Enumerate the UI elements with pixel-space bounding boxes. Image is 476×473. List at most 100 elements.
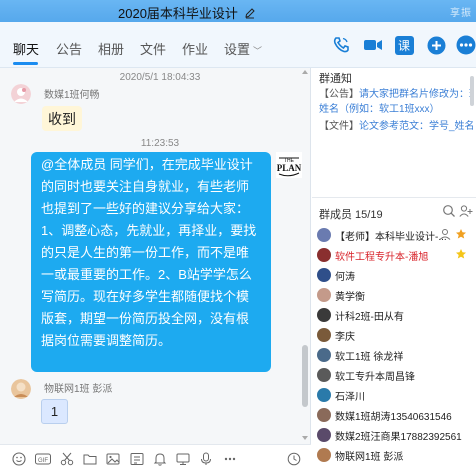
member-row[interactable]: 软工1班 徐龙祥 xyxy=(317,346,467,364)
right-scroll-thumb[interactable] xyxy=(470,76,474,106)
member-row[interactable]: 软件工程专升本-潘旭 xyxy=(317,246,467,264)
member-avatar xyxy=(317,288,331,302)
chat-scroll-thumb[interactable] xyxy=(302,345,308,407)
tab-announcements[interactable]: 公告 xyxy=(56,39,82,58)
microphone-icon[interactable] xyxy=(199,452,213,466)
member-name: 数媒1班胡涛13540631546 xyxy=(335,411,452,423)
member-name: 【老师】本科毕业设计-... xyxy=(335,231,447,243)
tab-files[interactable]: 文件 xyxy=(140,39,166,58)
member-name: 数媒2班汪商果17882392561 xyxy=(335,431,462,443)
member-row[interactable]: 计科2班-田从有 xyxy=(317,306,467,324)
screen-share-icon[interactable] xyxy=(176,452,190,466)
scroll-down-icon[interactable] xyxy=(300,434,310,442)
member-row[interactable]: 黄学衡 xyxy=(317,286,467,304)
member-avatar xyxy=(317,388,331,402)
member-avatar xyxy=(317,448,331,462)
right-scrollbar[interactable] xyxy=(469,68,474,473)
notice-line[interactable]: 姓名（例如：软工1班xxx） xyxy=(319,100,474,115)
member-avatar xyxy=(317,268,331,282)
member-row[interactable]: 【老师】本科毕业设计-... xyxy=(317,226,467,244)
scissors-icon[interactable] xyxy=(60,452,74,466)
panel-divider xyxy=(312,197,476,198)
title-bar: 2020届本科毕业设计 享振 xyxy=(0,0,476,22)
message-sender: 物联网1班 彭派 xyxy=(44,384,113,395)
member-name: 黄学衡 xyxy=(335,291,365,303)
poll-icon[interactable] xyxy=(130,452,144,466)
edit-title-icon[interactable] xyxy=(244,7,256,19)
tab-settings[interactable]: 设置 ﹀ xyxy=(224,39,262,58)
right-panel: 群通知 【公告】请大家把群名片修改为：班级+ 姓名（例如：软工1班xxx） 【文… xyxy=(312,68,476,473)
more-tools-icon[interactable] xyxy=(223,452,237,466)
notice-text: 论文参考范文：学号_姓名_毕... xyxy=(359,121,474,132)
notice-tag: 【文件】 xyxy=(319,121,359,132)
message-bubble[interactable]: @全体成员 同学们，在完成毕业设计的同时也要关注自身就业，有些老师也提到了一些好… xyxy=(31,152,271,372)
title-wrap: 2020届本科毕业设计 xyxy=(118,3,256,22)
notice-text: 请大家把群名片修改为：班级+ xyxy=(359,89,474,100)
notice-tag: 【公告】 xyxy=(319,89,359,100)
member-avatar xyxy=(317,328,331,342)
svg-text:GIF: GIF xyxy=(38,458,48,464)
message-bubble[interactable]: 1 xyxy=(41,399,68,424)
member-avatar xyxy=(317,248,331,262)
message-bubble[interactable]: 收到 xyxy=(42,106,82,131)
member-avatar xyxy=(317,348,331,362)
member-avatar xyxy=(317,368,331,382)
member-row[interactable]: 石泽川 xyxy=(317,386,467,404)
search-members-icon[interactable] xyxy=(442,204,456,218)
avatar[interactable] xyxy=(11,84,31,104)
sender-avatar-sticker[interactable]: THE PLAN xyxy=(276,152,302,178)
admin-star-icon xyxy=(456,229,466,239)
tab-album[interactable]: 相册 xyxy=(98,39,124,58)
member-avatar xyxy=(317,228,331,242)
avatar[interactable] xyxy=(11,379,31,399)
member-row[interactable]: 数媒2班汪商果17882392561 xyxy=(317,426,467,444)
video-call-icon[interactable] xyxy=(362,34,384,56)
message-text: 1 xyxy=(50,404,59,419)
message-timestamp: 2020/5/1 18:04:33 xyxy=(119,72,201,83)
member-row[interactable]: 李庆 xyxy=(317,326,467,344)
member-name: 软件工程专升本-潘旭 xyxy=(335,251,429,263)
notice-line[interactable]: 【文件】论文参考范文：学号_姓名_毕... xyxy=(319,117,474,132)
member-avatar xyxy=(317,428,331,442)
tab-settings-label: 设置 xyxy=(224,42,251,57)
bell-icon[interactable] xyxy=(153,452,167,466)
member-name: 软工1班 徐龙祥 xyxy=(335,351,404,363)
voice-call-icon[interactable] xyxy=(330,34,352,56)
member-avatar xyxy=(317,408,331,422)
members-title: 群成员 15/19 xyxy=(319,209,383,221)
gif-icon[interactable]: GIF xyxy=(35,452,51,466)
message-sender: 数媒1班何畅 xyxy=(44,90,100,101)
member-name: 石泽川 xyxy=(335,391,365,403)
member-name: 计科2班-田从有 xyxy=(335,311,404,323)
member-row[interactable]: 物联网1班 彭派 xyxy=(317,446,467,464)
member-name: 何涛 xyxy=(335,271,355,283)
member-row[interactable]: 何涛 xyxy=(317,266,467,284)
image-icon[interactable] xyxy=(106,452,120,466)
notice-line[interactable]: 【公告】请大家把群名片修改为：班级+ xyxy=(319,85,474,100)
owner-icon xyxy=(439,229,451,240)
chat-panel[interactable]: 2020/5/1 18:04:33 数媒1班何畅 收到 11:23:53 @全体… xyxy=(0,68,311,444)
input-toolbar: GIF xyxy=(0,444,311,473)
member-avatar xyxy=(317,308,331,322)
message-text: @全体成员 同学们，在完成毕业设计的同时也要关注自身就业，有些老师也提到了一些好… xyxy=(41,157,257,348)
scroll-up-icon[interactable] xyxy=(300,68,310,76)
member-row[interactable]: 软工专升本周昌锋 xyxy=(317,366,467,384)
chevron-down-icon: ﹀ xyxy=(253,46,263,56)
folder-icon[interactable] xyxy=(83,452,97,466)
sticker-text-bottom: PLAN xyxy=(277,163,302,173)
member-row[interactable]: 数媒1班胡涛13540631546 xyxy=(317,406,467,424)
add-icon[interactable] xyxy=(425,34,447,56)
more-options-icon[interactable] xyxy=(455,34,476,56)
homework-icon[interactable]: 课 xyxy=(393,34,415,56)
homework-icon-glyph: 课 xyxy=(394,35,414,55)
member-name: 物联网1班 彭派 xyxy=(335,451,404,463)
notice-text: 姓名（例如：软工1班xxx） xyxy=(319,104,440,115)
message-timestamp: 11:23:53 xyxy=(140,138,180,149)
emoji-icon[interactable] xyxy=(12,452,26,466)
window-title: 2020届本科毕业设计 xyxy=(118,6,238,21)
top-right-faded-text: 享振 xyxy=(450,8,472,19)
tab-homework[interactable]: 作业 xyxy=(182,39,208,58)
owner-star-icon xyxy=(456,249,466,259)
history-clock-icon[interactable] xyxy=(287,452,301,466)
tab-chat[interactable]: 聊天 xyxy=(13,39,39,58)
